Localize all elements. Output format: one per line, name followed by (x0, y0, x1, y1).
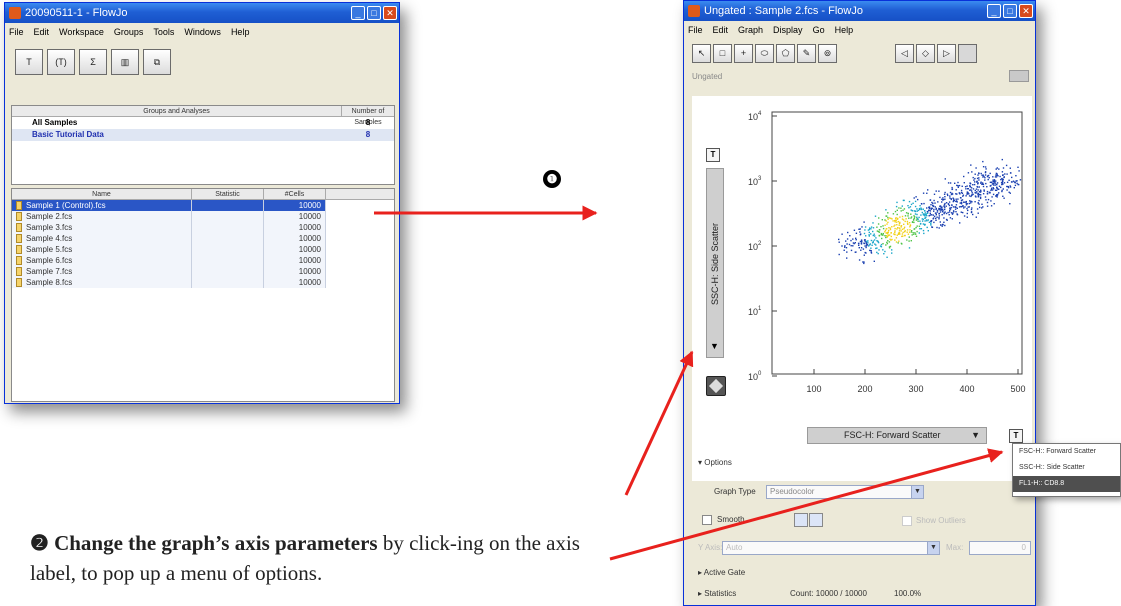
step2-bold-text: Change the graph’s axis parameters (54, 531, 378, 555)
annotation-arrows (374, 205, 1004, 561)
arrow-to-y-axis (624, 350, 694, 496)
arrow-to-x-axis (609, 448, 1004, 561)
step1-badge: ❶ (543, 170, 561, 188)
step2-badge: ❷ (30, 531, 49, 555)
step2-caption: ❷ Change the graph’s axis parameters by … (30, 528, 620, 588)
